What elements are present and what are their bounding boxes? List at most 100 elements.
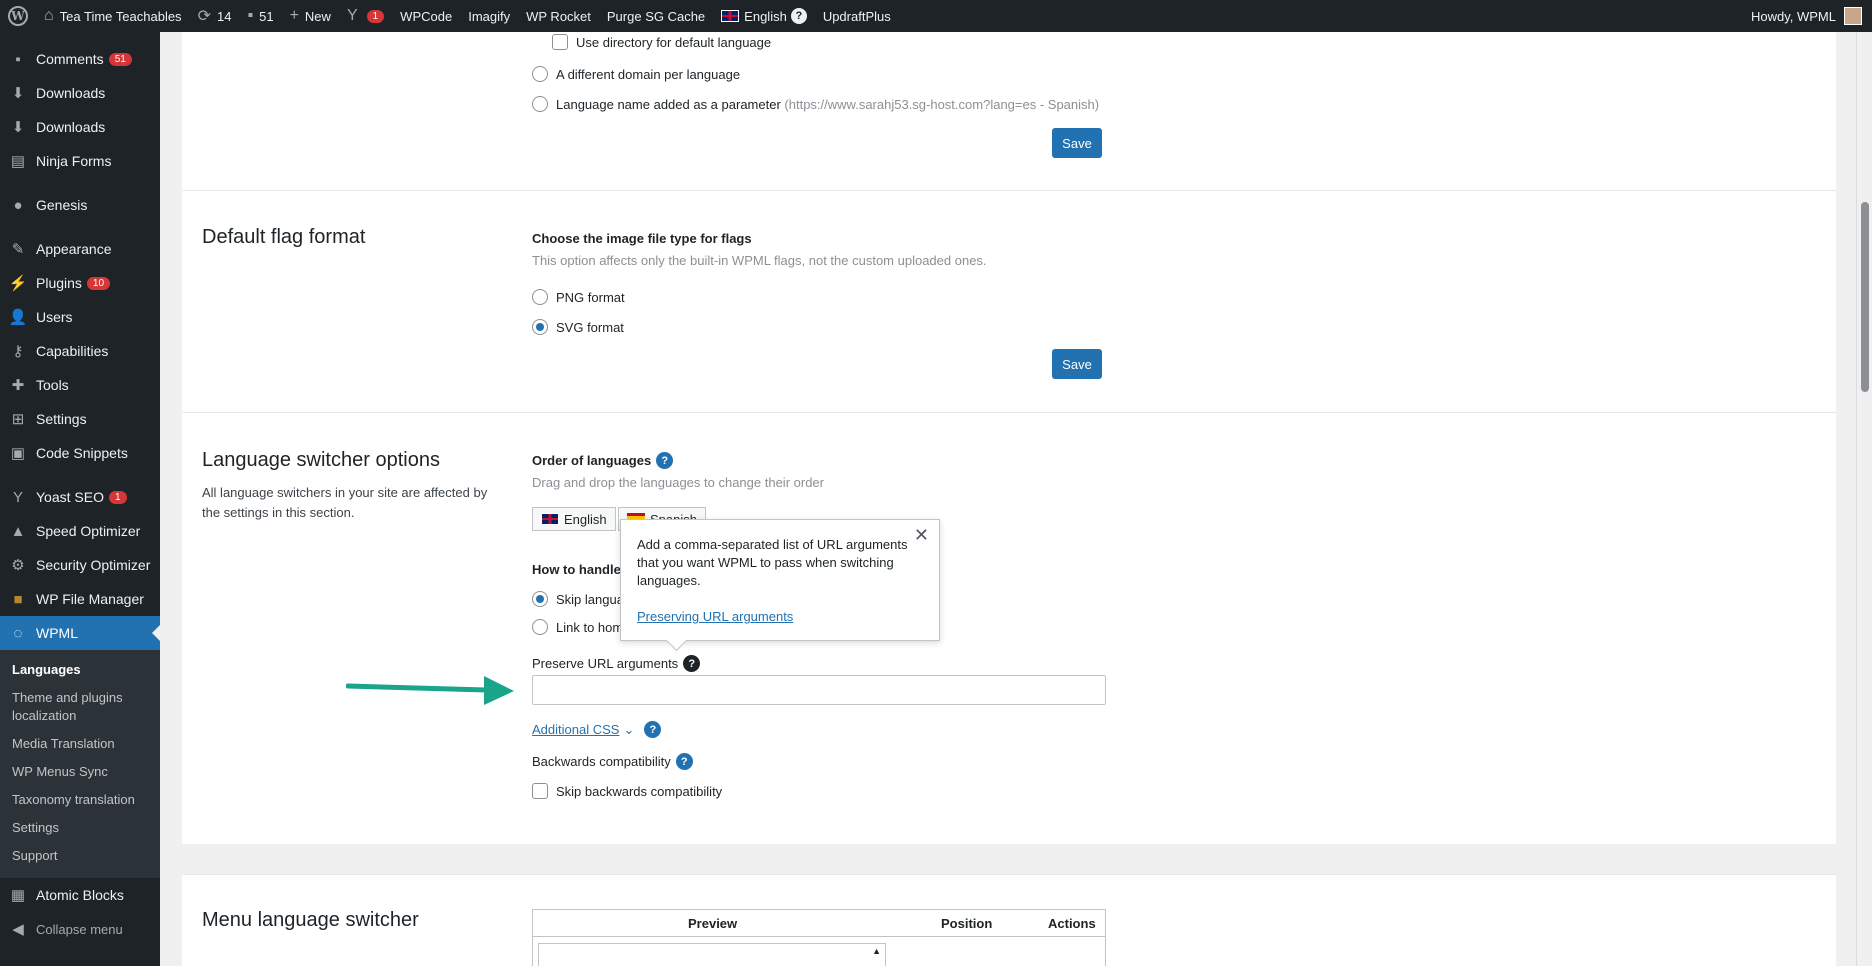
menu-code-snippets[interactable]: ▣ Code Snippets [0, 436, 160, 470]
menu-yoast-seo[interactable]: Y Yoast SEO 1 [0, 480, 160, 514]
comments-icon: ▪ [15, 50, 21, 68]
language-param-radio[interactable] [532, 96, 548, 112]
preserving-url-link[interactable]: Preserving URL arguments [637, 608, 793, 626]
download-icon: ⬇ [11, 85, 25, 102]
menu-wpml[interactable]: ◌ WPML [0, 616, 160, 650]
use-directory-option[interactable]: Use directory for default language [552, 34, 771, 50]
page-scrollbar[interactable] [1856, 32, 1872, 966]
backwards-compat-label: Backwards compatibility? [532, 753, 693, 770]
chevron-down-icon: ⌄ [623, 721, 635, 737]
flag-format-panel: Default flag format Choose the image fil… [182, 190, 1836, 412]
switcher-options-panel: Language switcher options All language s… [182, 412, 1836, 844]
language-chip-english[interactable]: English [532, 507, 616, 531]
language-param-option[interactable]: Language name added as a parameter (http… [532, 96, 1099, 112]
tools-icon: ✚ [11, 377, 25, 394]
users-icon: 👤 [8, 309, 28, 326]
menu-wp-file-manager[interactable]: ■ WP File Manager [0, 582, 160, 616]
svg-format-radio[interactable] [532, 319, 548, 335]
menu-switcher-title: Menu language switcher [202, 909, 419, 931]
submenu-theme-localization[interactable]: Theme and plugins localization [0, 684, 160, 730]
close-icon[interactable]: ✕ [914, 526, 929, 544]
language-switcher[interactable]: English? [713, 0, 815, 32]
menu-users[interactable]: 👤 Users [0, 300, 160, 334]
link-home-radio[interactable] [532, 619, 548, 635]
wp-rocket-link[interactable]: WP Rocket [518, 0, 599, 32]
submenu-menus-sync[interactable]: WP Menus Sync [0, 758, 160, 786]
wpml-icon: ◌ [13, 624, 23, 642]
comments-link[interactable]: ▪ 51 [239, 0, 281, 32]
menu-switcher-table-body: ▲ [532, 937, 1106, 966]
wpcode-link[interactable]: WPCode [392, 0, 460, 32]
svg-format-option[interactable]: SVG format [532, 319, 624, 335]
skip-backwards-option[interactable]: Skip backwards compatibility [532, 783, 722, 799]
switcher-options-desc: All language switchers in your site are … [202, 485, 488, 520]
yoast-icon: Y [346, 7, 358, 24]
skip-backwards-checkbox[interactable] [532, 783, 548, 799]
flag-format-save-button[interactable]: Save [1052, 349, 1102, 379]
purge-cache-link[interactable]: Purge SG Cache [599, 0, 713, 32]
collapse-icon: ◀ [12, 921, 24, 938]
submenu-taxonomy-translation[interactable]: Taxonomy translation [0, 786, 160, 814]
yoast-badge: 1 [366, 9, 385, 23]
howdy-link[interactable]: Howdy, WPML [1751, 9, 1836, 24]
submenu-support[interactable]: Support [0, 842, 160, 870]
uk-flag-icon [721, 10, 740, 22]
url-format-panel: Use directory for default language A dif… [182, 32, 1836, 190]
arrow-annotation-icon [346, 676, 514, 705]
updates-link[interactable]: ⟳ 14 [190, 0, 240, 32]
backwards-help-icon[interactable]: ? [675, 753, 693, 770]
imagify-link[interactable]: Imagify [460, 0, 518, 32]
menu-plugins[interactable]: ⚡ Plugins 10 [0, 266, 160, 300]
preserve-url-tooltip: ✕ Add a comma-separated list of URL argu… [620, 519, 940, 641]
order-help-icon[interactable]: ? [656, 452, 674, 469]
submenu-media-translation[interactable]: Media Translation [0, 730, 160, 758]
yoast-link[interactable]: Y1 [339, 0, 392, 32]
updraftplus-link[interactable]: UpdraftPlus [815, 0, 899, 32]
use-directory-checkbox[interactable] [552, 34, 568, 50]
key-icon: ⚷ [12, 343, 24, 360]
caret-up-icon: ▲ [872, 946, 881, 956]
menu-comments[interactable]: ▪ Comments 51 [0, 42, 160, 76]
link-home-option[interactable]: Link to hom [532, 619, 623, 635]
plus-icon: + [289, 7, 299, 24]
skip-language-radio[interactable] [532, 591, 548, 607]
refresh-icon: ⟳ [197, 8, 211, 25]
skip-language-option[interactable]: Skip languag [532, 591, 631, 607]
speed-icon: ▲ [10, 522, 26, 540]
css-help-icon[interactable]: ? [644, 721, 662, 738]
blocks-icon: ▦ [10, 887, 26, 904]
preserve-help-icon[interactable]: ? [683, 655, 701, 672]
wp-logo-button[interactable]: W [0, 0, 36, 32]
new-content-link[interactable]: + New [282, 0, 339, 32]
submenu-settings[interactable]: Settings [0, 814, 160, 842]
submenu-languages[interactable]: Languages [0, 656, 160, 684]
admin-bar: W ⌂ Tea Time Teachables ⟳ 14 ▪ 51 + New Y1 W… [0, 0, 1872, 32]
url-format-save-button[interactable]: Save [1052, 128, 1102, 158]
menu-settings[interactable]: ⊞ Settings [0, 402, 160, 436]
different-domain-radio[interactable] [532, 66, 548, 82]
menu-downloads[interactable]: ⬇ Downloads [0, 76, 160, 110]
settings-icon: ⊞ [11, 411, 25, 428]
png-format-option[interactable]: PNG format [532, 289, 625, 305]
collapse-menu-button[interactable]: ◀ Collapse menu [0, 912, 160, 946]
menu-ninja-forms[interactable]: ▤ Ninja Forms [0, 144, 160, 178]
menu-speed-optimizer[interactable]: ▲ Speed Optimizer [0, 514, 160, 548]
plugins-icon: ⚡ [8, 275, 28, 292]
menu-capabilities[interactable]: ⚷ Capabilities [0, 334, 160, 368]
preserve-url-input[interactable] [532, 675, 1106, 705]
menu-atomic-blocks[interactable]: ▦ Atomic Blocks [0, 878, 160, 912]
menu-tools[interactable]: ✚ Tools [0, 368, 160, 402]
menu-security-optimizer[interactable]: ⚙ Security Optimizer [0, 548, 160, 582]
additional-css-toggle[interactable]: Additional CSS ⌄? [532, 721, 662, 738]
menu-downloads-2[interactable]: ⬇ Downloads [0, 110, 160, 144]
different-domain-option[interactable]: A different domain per language [532, 66, 740, 82]
site-name-link[interactable]: ⌂ Tea Time Teachables [36, 0, 190, 32]
preview-select[interactable]: ▲ [538, 943, 886, 966]
scrollbar-thumb[interactable] [1861, 202, 1869, 392]
home-icon: ⌂ [44, 7, 54, 24]
comment-icon: ▪ [247, 7, 254, 24]
menu-genesis[interactable]: ● Genesis [0, 188, 160, 222]
avatar[interactable] [1844, 7, 1862, 25]
png-format-radio[interactable] [532, 289, 548, 305]
menu-appearance[interactable]: ✎ Appearance [0, 232, 160, 266]
